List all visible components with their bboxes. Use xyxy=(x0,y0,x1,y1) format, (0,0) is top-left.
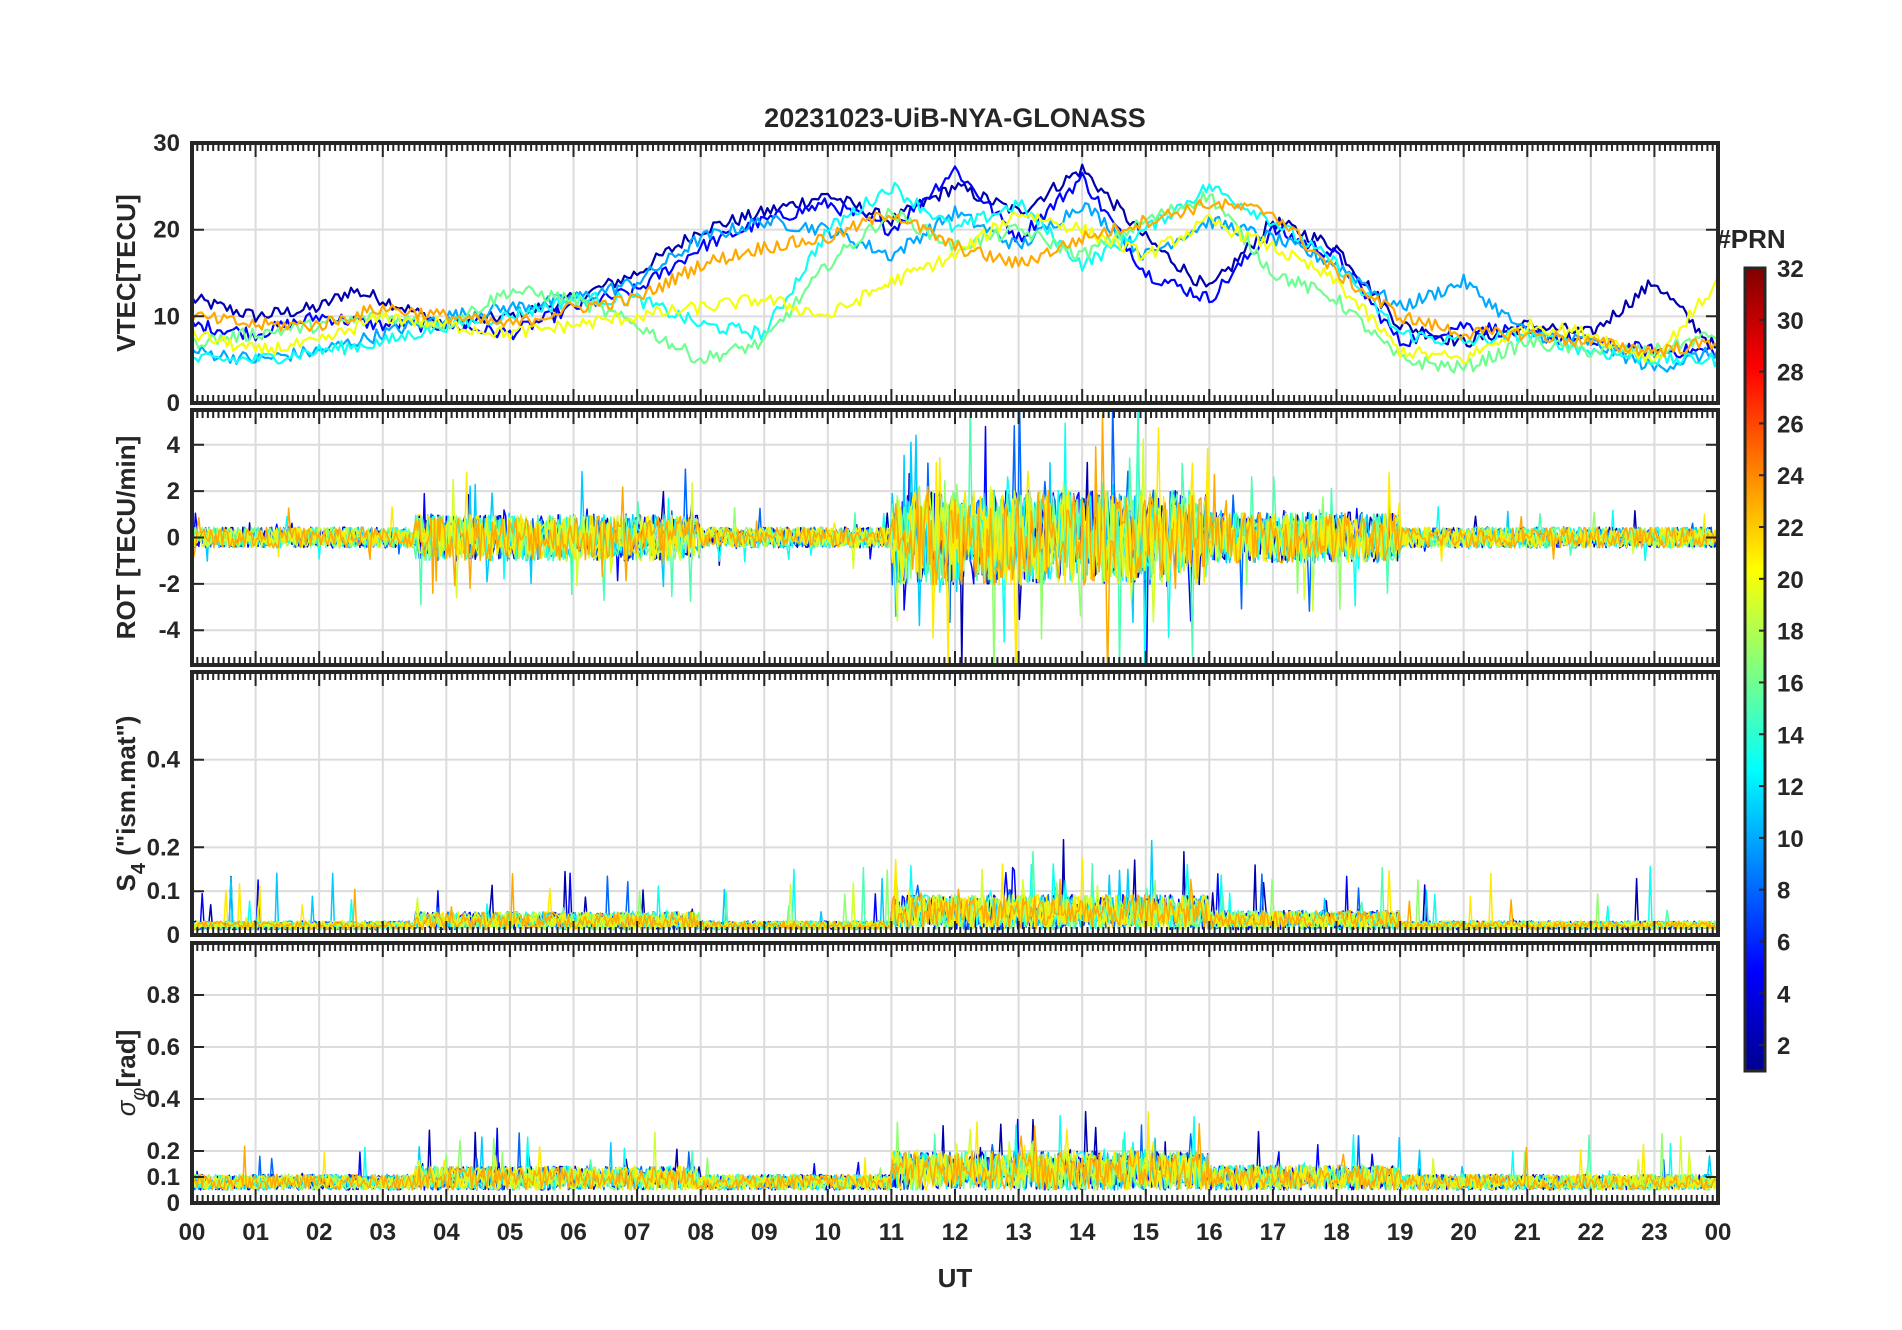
y-tick-label: 0.6 xyxy=(147,1034,180,1061)
y-tick-label: 0.2 xyxy=(147,1138,180,1165)
colorbar-tick-label: 28 xyxy=(1777,360,1804,387)
colorbar-bar xyxy=(1743,266,1767,1073)
y-axis-label: ROT [TECU/min] xyxy=(111,436,141,640)
panel-1: 0 10 20 30 VTEC[TECU] xyxy=(111,130,1720,417)
colorbar-title: #PRN xyxy=(1716,224,1785,254)
y-tick-label: 0 xyxy=(167,390,180,417)
y-tick-label: 0.1 xyxy=(147,878,180,905)
panel-3: 0 0.1 0.2 0.4S4 ("ism.mat") xyxy=(111,670,1720,949)
x-tick-label: 11 xyxy=(879,1219,904,1246)
y-axis-label: σφ[rad] xyxy=(111,1030,150,1117)
y-tick-label: 0.8 xyxy=(147,982,180,1009)
panel-2: -4 -2 0 2 4 ROT [TECU/min] xyxy=(111,408,1720,667)
y-tick-label: 0 xyxy=(167,922,180,949)
y-label-main: σ xyxy=(111,1099,141,1116)
colorbar-tick-label: 4 xyxy=(1777,981,1791,1008)
panel-4: 00.10.2 0.4 0.6 0.8 σφ[rad] xyxy=(111,941,1720,1217)
x-tick-label: 18 xyxy=(1323,1219,1350,1246)
colorbar-tick-label: 24 xyxy=(1777,463,1804,490)
x-tick-label: 05 xyxy=(497,1219,524,1246)
colorbar-tick-label: 8 xyxy=(1777,878,1790,905)
y-tick-label: 20 xyxy=(153,217,180,244)
y-tick-label: 0 xyxy=(167,525,180,552)
x-tick-label: 08 xyxy=(687,1219,714,1246)
y-label-rest: ("ism.mat") xyxy=(111,716,141,863)
x-tick-label: 20 xyxy=(1450,1219,1477,1246)
y-axis-label: VTEC[TECU] xyxy=(111,194,141,351)
y-tick-label: 0.4 xyxy=(147,1086,181,1113)
colorbar-tick-label: 10 xyxy=(1777,826,1804,853)
x-tick-label: 15 xyxy=(1132,1219,1159,1246)
y-tick-label: 2 xyxy=(167,478,180,505)
x-tick-labels: 00 01 02 03 04 05 06 07 08 09 10 11 12 13 14 15 16 17 18 19… xyxy=(179,1219,1732,1246)
y-label-sub: φ xyxy=(128,1088,150,1101)
x-tick-label: 01 xyxy=(242,1219,269,1246)
x-tick-label: 00 xyxy=(179,1219,206,1246)
x-tick-label: 22 xyxy=(1577,1219,1604,1246)
x-tick-label: 16 xyxy=(1196,1219,1223,1246)
x-tick-label: 06 xyxy=(560,1219,587,1246)
y-tick-label: 10 xyxy=(153,303,180,330)
colorbar-tick-label: 20 xyxy=(1777,567,1804,594)
colorbar-tick-label: 18 xyxy=(1777,619,1804,646)
colorbar-tick-label: 26 xyxy=(1777,411,1804,438)
y-tick-label: 0.1 xyxy=(147,1164,180,1191)
y-tick-label: 4 xyxy=(167,432,181,459)
x-tick-label: 17 xyxy=(1260,1219,1287,1246)
colorbar-tick-label: 6 xyxy=(1777,929,1790,956)
x-tick-label: 23 xyxy=(1641,1219,1668,1246)
x-tick-label: 04 xyxy=(433,1219,460,1246)
x-tick-label: 00 xyxy=(1705,1219,1732,1246)
y-tick-label: -2 xyxy=(159,571,180,598)
colorbar-tick-label: 22 xyxy=(1777,515,1804,542)
y-tick-label: 0.4 xyxy=(147,747,181,774)
colorbar: #PRN32 30 28 26 24 22 20 18 16 14 12 10 8 6 4 2 xyxy=(1716,224,1804,1073)
x-tick-label: 02 xyxy=(306,1219,333,1246)
x-tick-label: 07 xyxy=(624,1219,651,1246)
x-tick-label: 03 xyxy=(369,1219,396,1246)
x-axis-label: UT xyxy=(938,1263,973,1293)
chart: 20231023-UiB-NYA-GLONASS 0102030VTEC[TEC… xyxy=(111,103,1804,1293)
colorbar-tick-label: 30 xyxy=(1777,308,1804,335)
y-tick-label: -4 xyxy=(159,617,181,644)
x-tick-label: 13 xyxy=(1005,1219,1032,1246)
colorbar-tick-label: 14 xyxy=(1777,722,1804,749)
y-tick-label: 0.2 xyxy=(147,834,180,861)
panels: 0102030VTEC[TECU]-4-2024ROT [TECU/min]00… xyxy=(111,130,1731,1246)
y-axis-label: S4 ("ism.mat") xyxy=(111,716,150,892)
x-tick-label: 09 xyxy=(751,1219,778,1246)
y-tick-label: 30 xyxy=(153,130,180,157)
y-label-main: S xyxy=(111,874,141,891)
x-tick-label: 21 xyxy=(1514,1219,1541,1246)
x-tick-label: 14 xyxy=(1069,1219,1096,1246)
chart-title: 20231023-UiB-NYA-GLONASS xyxy=(764,103,1146,133)
x-tick-label: 19 xyxy=(1387,1219,1414,1246)
colorbar-tick-label: 16 xyxy=(1777,670,1804,697)
y-tick-label: 0 xyxy=(167,1190,180,1217)
colorbar-tick-label: 12 xyxy=(1777,774,1804,801)
y-label-rest: [rad] xyxy=(111,1030,141,1088)
colorbar-tick-label: 32 xyxy=(1777,256,1804,283)
x-tick-label: 12 xyxy=(942,1219,969,1246)
colorbar-tick-label: 2 xyxy=(1777,1033,1790,1060)
x-tick-label: 10 xyxy=(814,1219,841,1246)
